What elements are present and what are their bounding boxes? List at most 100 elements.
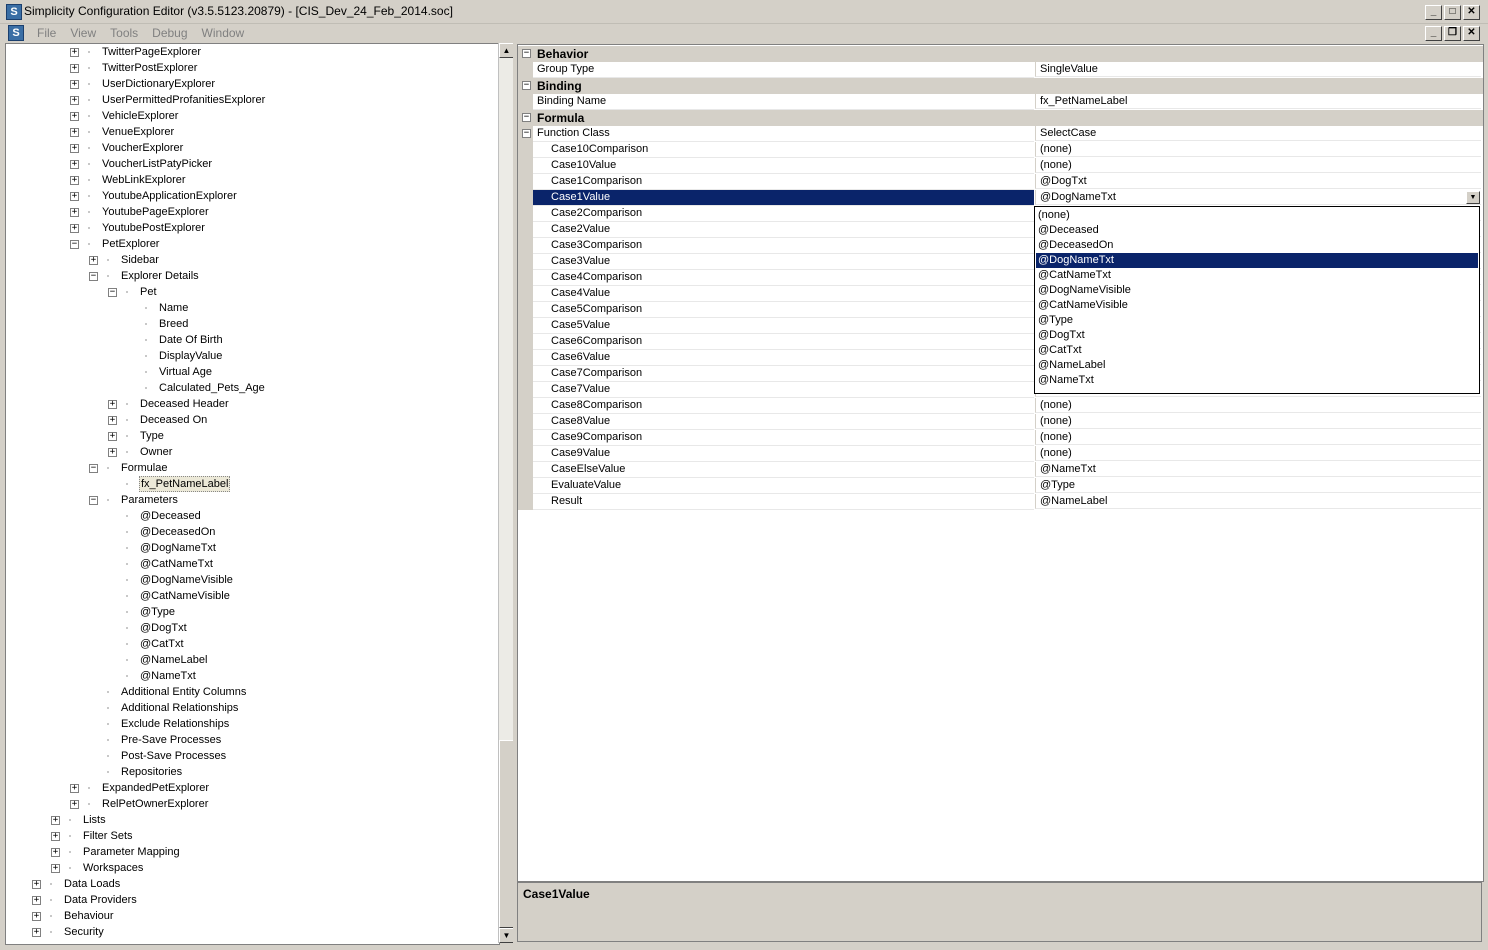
expand-icon[interactable]: + (32, 912, 41, 921)
property-grid[interactable]: − Behavior Group Type SingleValue − Binding Bi… (517, 44, 1484, 882)
grid-property-row[interactable]: Result @NameLabel (518, 494, 1483, 510)
tree-item-label[interactable]: Post-Save Processes (120, 748, 227, 764)
expand-icon[interactable]: + (70, 112, 79, 121)
grid-property-row[interactable]: EvaluateValue @Type (518, 478, 1483, 494)
tree-item[interactable]: + TwitterPageExplorer (6, 44, 496, 60)
document-minimize-button[interactable]: _ (1425, 26, 1442, 41)
dropdown-option[interactable]: @NameLabel (1036, 358, 1478, 373)
tree-item-label[interactable]: @CatNameVisible (139, 588, 231, 604)
tree-item-label[interactable]: Date Of Birth (158, 332, 224, 348)
tree-item[interactable]: DisplayValue (6, 348, 496, 364)
expand-icon[interactable]: + (70, 224, 79, 233)
tree-item[interactable]: + Workspaces (6, 860, 496, 876)
dropdown-option[interactable]: @CatTxt (1036, 343, 1478, 358)
dropdown-option[interactable]: (none) (1036, 208, 1478, 223)
tree-item-label[interactable]: @DogTxt (139, 620, 188, 636)
tree-item-label[interactable]: Behaviour (63, 908, 115, 924)
tree-item[interactable]: Date Of Birth (6, 332, 496, 348)
tree-item[interactable]: + RelPetOwnerExplorer (6, 796, 496, 812)
property-name[interactable]: EvaluateValue (533, 478, 1034, 494)
tree-item-label[interactable]: YoutubeApplicationExplorer (101, 188, 238, 204)
tree-item-label[interactable]: Security (63, 924, 105, 940)
tree-item[interactable]: + Deceased On (6, 412, 496, 428)
expand-icon[interactable]: + (70, 208, 79, 217)
tree-item-label[interactable]: fx_PetNameLabel (139, 476, 231, 492)
tree-item-label[interactable]: @Deceased (139, 508, 202, 524)
tree-item[interactable]: + VoucherExplorer (6, 140, 496, 156)
tree-item-label[interactable]: TwitterPageExplorer (101, 44, 202, 60)
property-value[interactable]: (none) (1035, 158, 1481, 173)
expand-icon[interactable]: + (51, 816, 60, 825)
property-value[interactable]: fx_PetNameLabel (1035, 94, 1481, 109)
tree-scrollbar[interactable]: ▲ ▼ (498, 43, 514, 943)
tree-item[interactable]: @Type (6, 604, 496, 620)
tree-item-label[interactable]: Name (158, 300, 189, 316)
expand-icon[interactable]: + (32, 896, 41, 905)
tree-item-label[interactable]: Sidebar (120, 252, 160, 268)
grid-property-row[interactable]: − Function Class SelectCase (518, 126, 1483, 142)
tree-item[interactable]: + ExpandedPetExplorer (6, 780, 496, 796)
dropdown-arrow-icon[interactable]: ▼ (1466, 191, 1480, 204)
tree-item[interactable]: + Security (6, 924, 496, 940)
collapse-icon[interactable]: − (108, 288, 117, 297)
property-name[interactable]: Case7Value (533, 382, 1034, 398)
tree-item[interactable]: + WebLinkExplorer (6, 172, 496, 188)
expand-icon[interactable]: + (70, 144, 79, 153)
tree-item[interactable]: + Filter Sets (6, 828, 496, 844)
property-name[interactable]: Case8Value (533, 414, 1034, 430)
tree-item-label[interactable]: Pre-Save Processes (120, 732, 222, 748)
property-name[interactable]: Case9Comparison (533, 430, 1034, 446)
minimize-button[interactable]: _ (1425, 5, 1442, 20)
tree-item[interactable]: Name (6, 300, 496, 316)
property-value[interactable]: (none) (1035, 414, 1481, 429)
grid-property-row[interactable]: CaseElseValue @NameTxt (518, 462, 1483, 478)
dropdown-option[interactable]: @DogNameVisible (1036, 283, 1478, 298)
tree-item[interactable]: + VehicleExplorer (6, 108, 496, 124)
property-value[interactable]: @NameLabel (1035, 494, 1481, 509)
tree-item-label[interactable]: UserPermittedProfanitiesExplorer (101, 92, 266, 108)
tree-item[interactable]: + Type (6, 428, 496, 444)
grid-category[interactable]: − Behavior (518, 46, 1483, 62)
tree-item-label[interactable]: Owner (139, 444, 173, 460)
tree-item-label[interactable]: Pet (139, 284, 158, 300)
tree-item[interactable]: @DogNameVisible (6, 572, 496, 588)
tree-item-label[interactable]: RelPetOwnerExplorer (101, 796, 209, 812)
property-name[interactable]: Case2Comparison (533, 206, 1034, 222)
tree-item-label[interactable]: Deceased Header (139, 396, 230, 412)
tree-item[interactable]: + Data Providers (6, 892, 496, 908)
property-name[interactable]: Case2Value (533, 222, 1034, 238)
tree-item[interactable]: + YoutubeApplicationExplorer (6, 188, 496, 204)
tree-item[interactable]: Calculated_Pets_Age (6, 380, 496, 396)
tree-item-label[interactable]: Deceased On (139, 412, 208, 428)
dropdown-option[interactable]: @CatNameVisible (1036, 298, 1478, 313)
tree-item[interactable]: − Explorer Details (6, 268, 496, 284)
tree-item-label[interactable]: Explorer Details (120, 268, 200, 284)
tree-item-label[interactable]: @DogNameTxt (139, 540, 217, 556)
scroll-down-arrow-icon[interactable]: ▼ (499, 928, 514, 943)
expand-icon[interactable]: + (32, 928, 41, 937)
tree-item[interactable]: @DeceasedOn (6, 524, 496, 540)
collapse-icon[interactable]: − (89, 272, 98, 281)
tree-item[interactable]: Breed (6, 316, 496, 332)
tree-item[interactable]: + Data Loads (6, 876, 496, 892)
menu-file[interactable]: File (30, 26, 63, 40)
property-name[interactable]: Case10Value (533, 158, 1034, 174)
grid-property-row[interactable]: Case9Value (none) (518, 446, 1483, 462)
menu-tools[interactable]: Tools (103, 26, 145, 40)
tree-item-label[interactable]: @CatTxt (139, 636, 185, 652)
tree-item[interactable]: + UserPermittedProfanitiesExplorer (6, 92, 496, 108)
collapse-icon[interactable]: − (70, 240, 79, 249)
tree-item[interactable]: + VoucherListPatyPicker (6, 156, 496, 172)
tree-item-label[interactable]: Calculated_Pets_Age (158, 380, 266, 396)
expand-icon[interactable]: + (51, 848, 60, 857)
dropdown-option[interactable]: @Deceased (1036, 223, 1478, 238)
expand-icon[interactable]: + (70, 192, 79, 201)
grid-property-row[interactable]: Binding Name fx_PetNameLabel (518, 94, 1483, 110)
document-icon[interactable]: S (8, 25, 24, 41)
tree-item-label[interactable]: Formulae (120, 460, 168, 476)
expand-icon[interactable]: + (108, 416, 117, 425)
collapse-icon[interactable]: − (522, 129, 531, 138)
expand-icon[interactable]: + (108, 448, 117, 457)
tree-item-label[interactable]: @Type (139, 604, 176, 620)
tree-item[interactable]: + YoutubePageExplorer (6, 204, 496, 220)
